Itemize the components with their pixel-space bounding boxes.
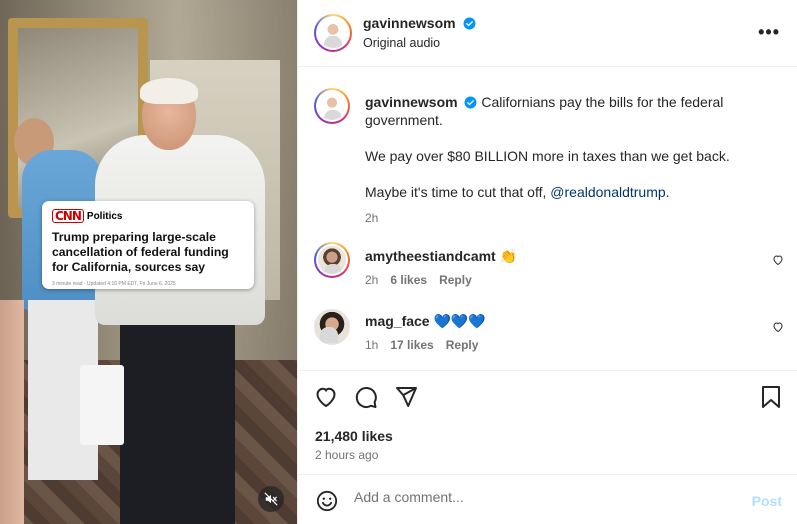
commenter-avatar[interactable]	[314, 242, 350, 278]
bookmark-icon[interactable]	[760, 385, 782, 409]
like-count[interactable]: 21,480 likes	[315, 428, 393, 444]
cnn-logo: CNN	[52, 209, 84, 223]
post-header: gavinnewsom Original audio •••	[298, 0, 797, 67]
caption-line-2: We pay over $80 BILLION more in taxes th…	[365, 148, 730, 164]
news-headline: Trump preparing large-scale cancellation…	[52, 230, 229, 274]
emoji-icon[interactable]	[316, 490, 338, 512]
comment-time[interactable]: 2h	[365, 271, 378, 289]
video-man-pants	[120, 320, 235, 524]
comment-username[interactable]: mag_face	[365, 313, 430, 329]
like-comment-icon[interactable]	[772, 254, 784, 266]
like-comment-icon[interactable]	[772, 321, 784, 333]
post-panel: gavinnewsom Original audio ••• gavinnews…	[297, 0, 797, 524]
commenter-avatar[interactable]	[314, 309, 350, 345]
comment-text: 👏	[499, 248, 518, 264]
comment-time[interactable]: 1h	[365, 336, 378, 354]
speaker-muted-icon	[264, 492, 278, 506]
video-foreground-blur	[0, 300, 24, 524]
mute-button[interactable]	[258, 486, 284, 512]
caption-username[interactable]: gavinnewsom	[365, 94, 458, 110]
news-meta: 3 minute read · Updated 4:16 PM EDT, Fri…	[52, 281, 176, 287]
comment-composer: Post	[298, 474, 797, 524]
video-bag	[80, 365, 124, 445]
comment-text: 💙💙💙	[433, 313, 486, 329]
verified-badge-icon	[465, 96, 477, 109]
like-heart-icon[interactable]	[314, 385, 338, 409]
caption-period: .	[665, 184, 670, 200]
post-actions: 21,480 likes 2 hours ago	[298, 370, 797, 474]
post-button[interactable]: Post	[752, 493, 782, 509]
author-avatar[interactable]	[314, 14, 352, 52]
more-options-button[interactable]: •••	[758, 22, 780, 43]
comment-likes[interactable]: 17 likes	[390, 336, 433, 354]
author-username[interactable]: gavinnewsom	[363, 15, 456, 31]
caption-avatar[interactable]	[314, 88, 350, 124]
comment-likes[interactable]: 6 likes	[390, 271, 427, 289]
comment-username[interactable]: amytheestiandcamt	[365, 248, 496, 264]
news-section: Politics	[86, 210, 123, 222]
comment-input[interactable]	[354, 489, 734, 505]
post-timestamp[interactable]: 2 hours ago	[315, 448, 378, 462]
video-man-hair	[140, 78, 198, 104]
reel-video[interactable]: CNN Politics Trump preparing large-scale…	[0, 0, 297, 524]
verified-badge-icon	[463, 17, 476, 30]
caption-line-3: Maybe it's time to cut that off,	[365, 184, 551, 200]
reply-button[interactable]: Reply	[446, 336, 479, 354]
comments-section: gavinnewsom Californians pay the bills f…	[298, 68, 797, 368]
reply-button[interactable]: Reply	[439, 271, 472, 289]
news-overlay-card: CNN Politics Trump preparing large-scale…	[42, 201, 254, 289]
comment-bubble-icon[interactable]	[354, 385, 378, 409]
mention-link[interactable]: @realdonaldtrump	[550, 184, 665, 200]
audio-label[interactable]: Original audio	[363, 36, 440, 50]
caption-time[interactable]: 2h	[365, 209, 378, 227]
share-send-icon[interactable]	[394, 385, 418, 409]
